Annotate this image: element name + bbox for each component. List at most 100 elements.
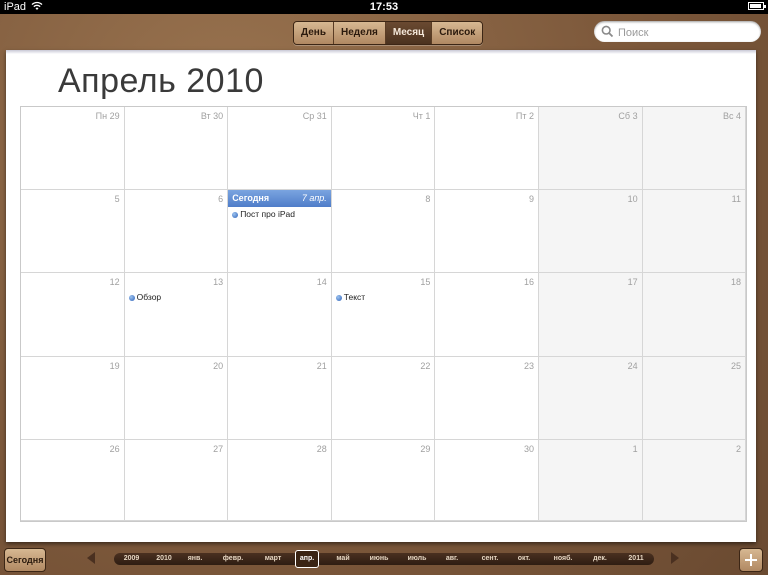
day-cell[interactable]: Чт 1 [331, 107, 436, 191]
day-number: 8 [425, 194, 431, 205]
day-cell[interactable]: 23 [435, 356, 539, 440]
timeline-item[interactable]: дек. [583, 553, 617, 565]
day-number: 14 [316, 277, 327, 288]
day-number: Вт 30 [200, 111, 224, 121]
timeline-item[interactable]: янв. [180, 553, 210, 565]
timeline-item[interactable]: нояб. [546, 553, 580, 565]
day-cell[interactable]: Сб 3 [539, 107, 643, 191]
event-title: Текст [343, 292, 366, 303]
day-number: 17 [627, 277, 638, 288]
day-cell[interactable]: 11 [642, 190, 746, 274]
day-cell[interactable]: 17 [539, 273, 643, 357]
timeline-item[interactable]: сент. [471, 553, 509, 565]
bottom-toolbar: Сегодня 2009 2010 янв. февр. март апр. май июнь… [0, 542, 768, 575]
day-cell[interactable]: 24 [539, 356, 643, 440]
calendar-event[interactable]: Текст [335, 292, 366, 303]
day-cell[interactable]: 21 [228, 356, 332, 440]
day-cell[interactable]: 20 [124, 356, 229, 440]
timeline-item[interactable]: июль [398, 553, 436, 565]
event-dot-icon [335, 295, 342, 302]
day-cell[interactable]: 8 [331, 190, 436, 274]
day-cell[interactable]: Ср 31 [228, 107, 332, 191]
prev-arrow-icon[interactable] [87, 552, 95, 564]
day-cell[interactable]: 9 [435, 190, 539, 274]
day-cell[interactable]: 22 [331, 356, 436, 440]
calendar-event[interactable]: Обзор [128, 292, 162, 303]
day-cell[interactable]: 28 [228, 439, 332, 521]
timeline-item[interactable]: март [254, 553, 292, 565]
tab-month[interactable]: Месяц [385, 22, 433, 44]
day-number: 9 [528, 194, 534, 205]
timeline-item[interactable]: 2011 [622, 553, 650, 565]
view-switcher: День Неделя Месяц Список [293, 21, 484, 45]
day-number: Пт 2 [515, 111, 534, 121]
day-number: 23 [523, 360, 534, 371]
day-number: Чт 1 [412, 111, 431, 121]
day-cell[interactable]: Вт 30 [124, 107, 229, 191]
timeline-item[interactable]: июнь [362, 553, 396, 565]
day-cell[interactable]: 5 [21, 190, 125, 274]
day-cell[interactable]: 13 Обзор [124, 273, 229, 357]
page-tear-edge [6, 50, 756, 54]
day-cell[interactable]: 26 [21, 439, 125, 521]
day-cell[interactable]: 2 [642, 439, 746, 521]
day-cell[interactable]: 10 [539, 190, 643, 274]
day-number: Ср 31 [302, 111, 327, 121]
day-cell[interactable]: Вс 4 [642, 107, 746, 191]
day-cell[interactable]: Пн 29 [21, 107, 125, 191]
day-cell[interactable]: 15 Текст [331, 273, 436, 357]
day-number: 22 [420, 360, 431, 371]
day-cell[interactable]: 1 [539, 439, 643, 521]
today-date: 7 апр. [301, 193, 327, 204]
event-title: Обзор [136, 292, 162, 303]
day-number: 10 [627, 194, 638, 205]
calendar-page: Апрель 2010 Пн 29 Вт 30 Ср 31 Чт 1 Пт 2 Сб 3 В… [6, 50, 756, 542]
event-dot-icon [128, 295, 135, 302]
tab-list[interactable]: Список [432, 22, 483, 44]
timeline-item[interactable]: 2009 [117, 553, 146, 565]
day-cell[interactable]: 12 [21, 273, 125, 357]
day-number: 18 [730, 277, 741, 288]
day-cell[interactable]: 16 [435, 273, 539, 357]
next-arrow-icon[interactable] [671, 552, 679, 564]
day-cell[interactable]: 29 [331, 439, 436, 521]
top-toolbar: День Неделя Месяц Список [0, 14, 768, 50]
calendar-event[interactable]: Пост про iPad [232, 209, 295, 219]
timeline-item[interactable]: апр. [295, 550, 319, 568]
add-event-button[interactable] [739, 548, 763, 572]
tab-day[interactable]: День [294, 22, 334, 44]
today-button[interactable]: Сегодня [4, 548, 46, 572]
day-number: 29 [420, 443, 431, 454]
month-grid: Пн 29 Вт 30 Ср 31 Чт 1 Пт 2 Сб 3 Вс 4 5 6 Сегодня… [20, 106, 747, 522]
day-cell[interactable]: 27 [124, 439, 229, 521]
today-label: Сегодня [232, 193, 270, 204]
day-cell[interactable]: 6 [124, 190, 229, 274]
day-cell[interactable]: 30 [435, 439, 539, 521]
day-number: Сб 3 [618, 111, 638, 121]
day-number: 21 [316, 360, 327, 371]
tab-week[interactable]: Неделя [334, 22, 386, 44]
day-number: 12 [109, 277, 120, 288]
day-number: 25 [730, 360, 741, 371]
event-title: Пост про iPad [240, 209, 295, 220]
timeline-item[interactable]: 2010 [150, 553, 178, 565]
day-cell[interactable]: 14 [228, 273, 332, 357]
day-cell[interactable]: Пт 2 [435, 107, 539, 191]
day-cell[interactable]: 19 [21, 356, 125, 440]
day-number: 16 [523, 277, 534, 288]
timeline-item[interactable]: февр. [214, 553, 252, 565]
event-dot-icon [232, 211, 239, 218]
day-number: 27 [213, 443, 224, 454]
search-input[interactable] [616, 23, 758, 42]
battery-icon [748, 2, 766, 10]
day-number: 19 [109, 360, 120, 371]
day-cell[interactable]: Сегодня 7 апр. Пост про iPad [228, 190, 332, 274]
day-number: 28 [316, 443, 327, 454]
timeline-item[interactable]: окт. [509, 553, 539, 565]
day-number: 13 [213, 277, 224, 288]
day-cell[interactable]: 18 [642, 273, 746, 357]
day-cell[interactable]: 25 [642, 356, 746, 440]
timeline-item[interactable]: май [329, 553, 357, 565]
day-number: 30 [523, 443, 534, 454]
timeline-item[interactable]: авг. [439, 553, 465, 565]
